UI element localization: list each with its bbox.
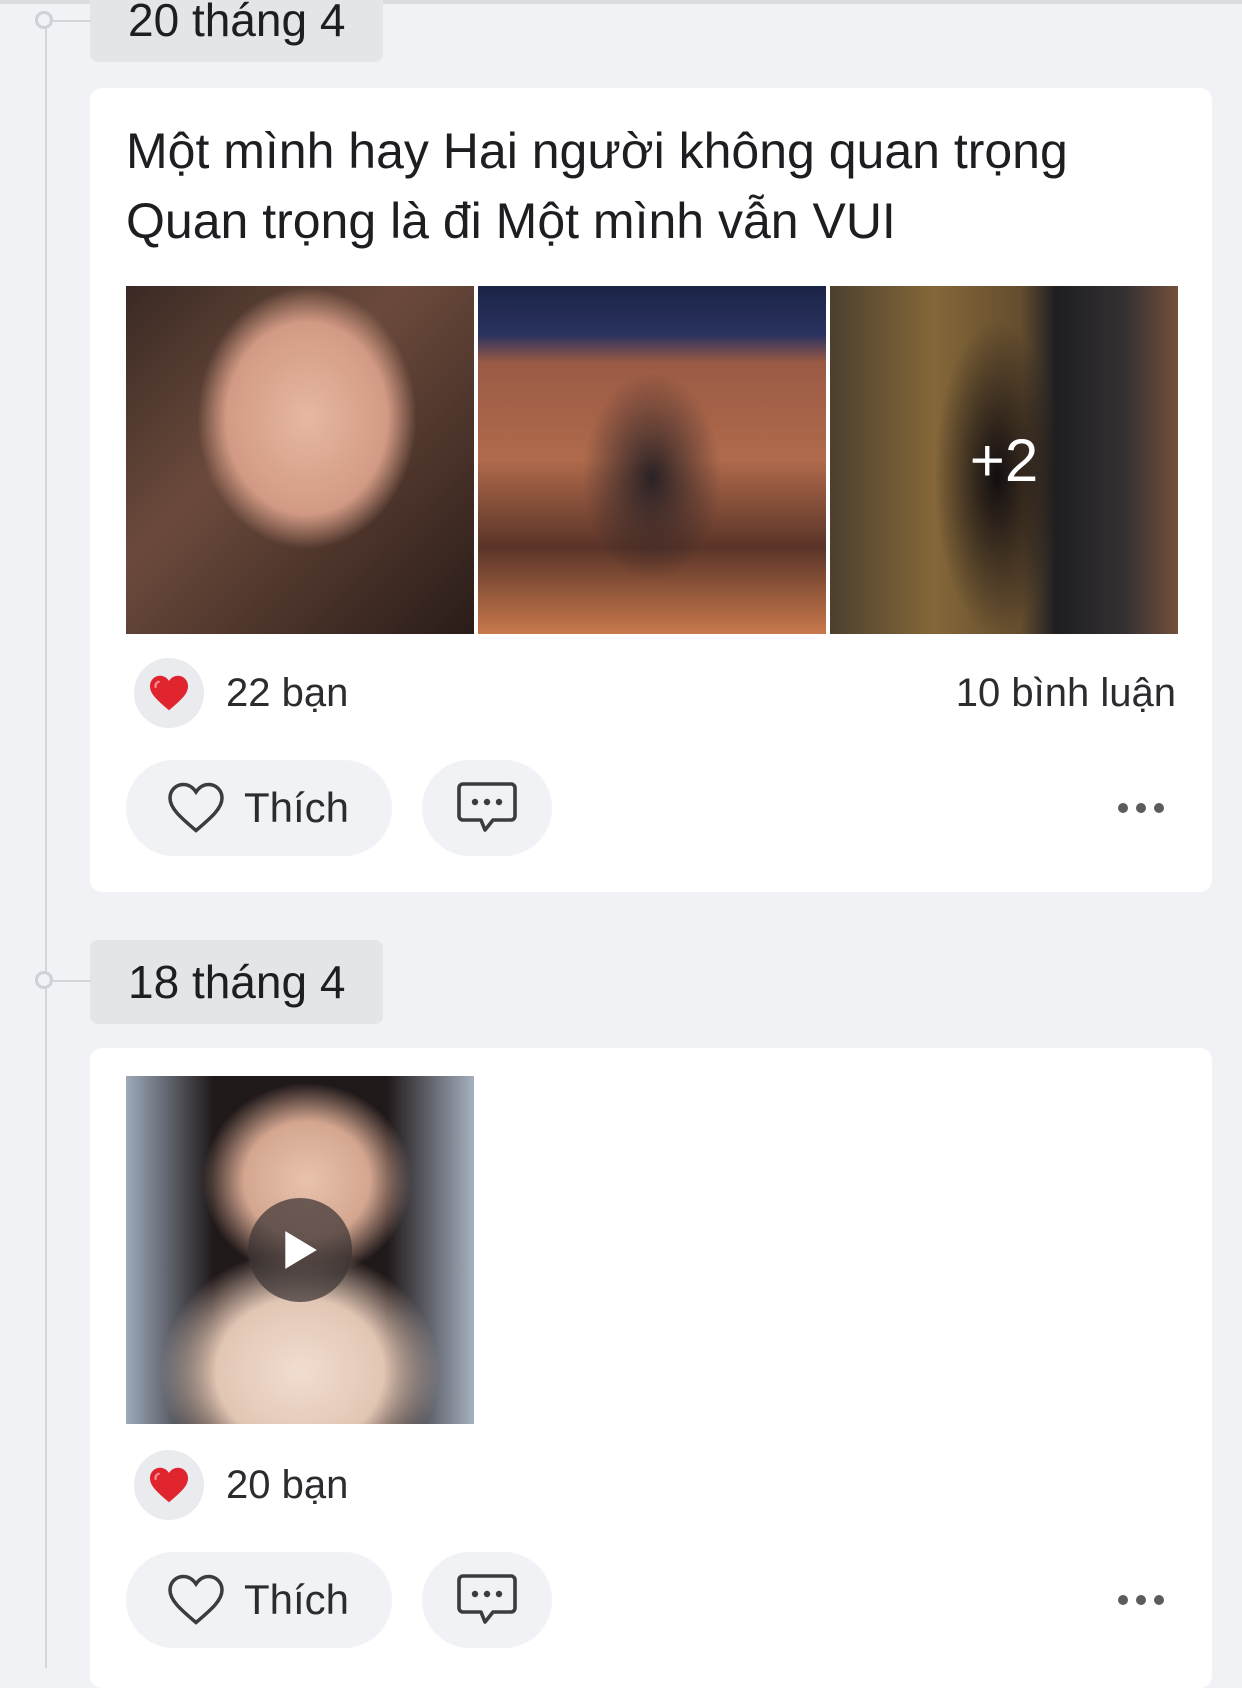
date-label: 20 tháng 4 xyxy=(90,0,384,62)
heart-reaction-icon xyxy=(134,1450,204,1520)
reaction-count[interactable]: 22 bạn xyxy=(226,658,348,728)
more-icon[interactable] xyxy=(1106,780,1176,836)
like-label: Thích xyxy=(244,1576,350,1623)
timeline-connector xyxy=(53,20,91,22)
more-photos-count[interactable]: +2 xyxy=(830,286,1178,634)
post-text-line: Một mình hay Hai người không quan trọng xyxy=(126,123,1068,179)
action-row: Thích xyxy=(126,1552,1176,1648)
like-label: Thích xyxy=(244,784,350,831)
timeline-node xyxy=(35,971,53,989)
photo-movie-poster[interactable]: +2 xyxy=(830,286,1178,634)
heart-reaction-icon xyxy=(134,658,204,728)
play-icon[interactable] xyxy=(248,1198,352,1302)
reaction-count[interactable]: 20 bạn xyxy=(226,1450,348,1520)
photo-grid: +2 xyxy=(126,286,1178,634)
like-button[interactable]: Thích xyxy=(126,760,392,856)
comment-icon xyxy=(457,1574,517,1624)
heart-outline-icon xyxy=(168,1574,224,1625)
more-icon[interactable] xyxy=(1106,1572,1176,1628)
comment-count[interactable]: 10 bình luận xyxy=(956,658,1176,728)
like-button[interactable]: Thích xyxy=(126,1552,392,1648)
action-row: Thích xyxy=(126,760,1176,856)
comment-button[interactable] xyxy=(422,760,552,856)
timeline-node xyxy=(35,11,53,29)
timeline-line xyxy=(45,28,47,1668)
video-thumbnail[interactable] xyxy=(126,1076,474,1424)
reaction-row: 22 bạn 10 bình luận xyxy=(126,658,1176,728)
post-card[interactable]: Một mình hay Hai người không quan trọng … xyxy=(90,88,1212,892)
post-text: Một mình hay Hai người không quan trọng … xyxy=(126,116,1176,256)
comment-icon xyxy=(457,782,517,832)
timeline-connector xyxy=(53,980,91,982)
heart-outline-icon xyxy=(168,782,224,833)
date-label: 18 tháng 4 xyxy=(90,940,384,1024)
comment-button[interactable] xyxy=(422,1552,552,1648)
photo-selfie[interactable] xyxy=(126,286,474,634)
photo-cinema-seat[interactable] xyxy=(478,286,826,634)
post-text-line: Quan trọng là đi Một mình vẫn VUI xyxy=(126,193,896,249)
post-card[interactable]: 20 bạn Thích xyxy=(90,1048,1212,1688)
reaction-row: 20 bạn xyxy=(126,1450,1176,1520)
